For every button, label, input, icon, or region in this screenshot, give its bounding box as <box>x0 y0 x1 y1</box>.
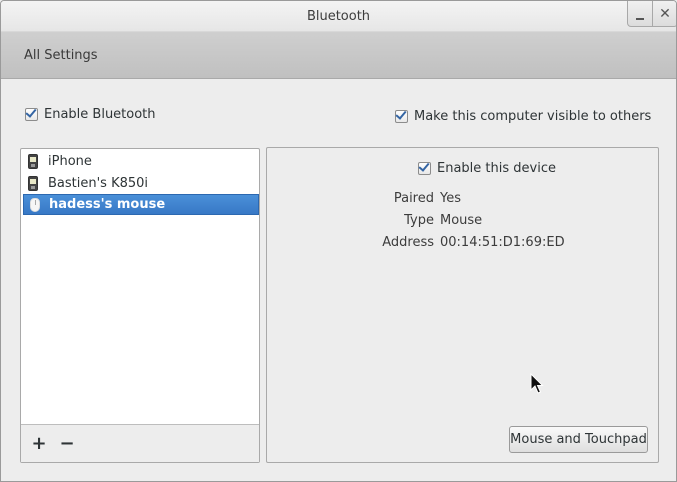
address-label: Address <box>382 235 434 250</box>
phone-icon <box>28 176 38 191</box>
visible-to-others-check-icon[interactable] <box>395 108 408 123</box>
title-bar[interactable]: Bluetooth ✕ <box>1 1 676 32</box>
address-value: 00:14:51:D1:69:ED <box>440 235 565 250</box>
mouse-and-touchpad-button[interactable]: Mouse and Touchpad <box>509 426 648 453</box>
enable-bluetooth-checkbox[interactable]: Enable Bluetooth <box>25 106 156 122</box>
device-details-panel: Enable this device Paired Yes Type Mouse… <box>266 147 659 463</box>
enable-bluetooth-label: Enable Bluetooth <box>44 107 156 122</box>
device-item-iphone[interactable]: iPhone <box>23 151 259 172</box>
navigation-bar: All Settings <box>1 32 676 79</box>
type-value: Mouse <box>440 213 483 228</box>
enable-device-label: Enable this device <box>437 161 556 176</box>
type-label: Type <box>404 213 434 228</box>
device-list: iPhone Bastien's K850i hadess's mouse + … <box>20 148 260 463</box>
minimize-icon <box>636 17 644 20</box>
minimize-button[interactable] <box>627 1 653 27</box>
mouse-pointer-icon <box>530 373 544 394</box>
phone-icon <box>28 154 38 169</box>
add-device-button[interactable]: + <box>29 433 49 454</box>
device-name: iPhone <box>48 154 92 169</box>
window-title: Bluetooth <box>306 9 371 24</box>
device-name: Bastien's K850i <box>48 176 149 191</box>
paired-label: Paired <box>393 191 434 206</box>
paired-value: Yes <box>440 191 461 206</box>
mouse-icon <box>30 198 40 212</box>
bluetooth-window: Bluetooth ✕ All Settings Enable Bluetoot… <box>0 0 677 482</box>
device-item-mouse[interactable]: hadess's mouse <box>23 194 259 215</box>
enable-device-check-icon[interactable] <box>418 160 431 175</box>
all-settings-button[interactable]: All Settings <box>24 48 98 63</box>
visible-to-others-label: Make this computer visible to others <box>414 109 652 124</box>
device-list-toolbar: + − <box>21 424 259 462</box>
device-item-k850i[interactable]: Bastien's K850i <box>23 173 259 194</box>
remove-device-button[interactable]: − <box>57 433 77 454</box>
visible-to-others-checkbox[interactable]: Make this computer visible to others <box>395 108 652 124</box>
enable-device-checkbox[interactable]: Enable this device <box>418 160 556 176</box>
device-name: hadess's mouse <box>49 197 166 212</box>
enable-bluetooth-check-icon[interactable] <box>25 106 38 121</box>
close-icon: ✕ <box>659 5 671 22</box>
close-button[interactable]: ✕ <box>652 1 676 27</box>
